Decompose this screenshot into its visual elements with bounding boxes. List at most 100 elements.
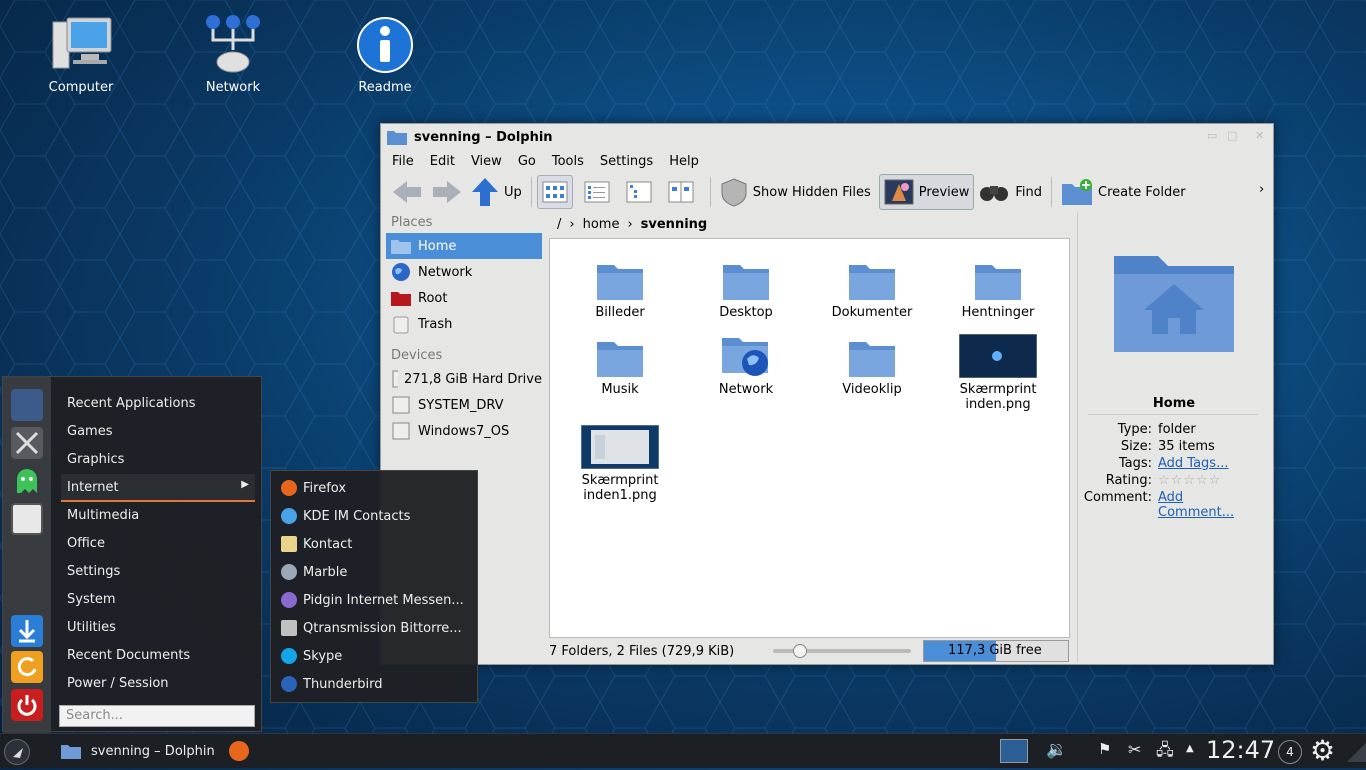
ghost-icon[interactable] [11,465,43,497]
submenu-item-marble[interactable]: Marble [281,564,347,580]
corner-icon[interactable] [1348,742,1366,762]
up-button[interactable]: Up [467,174,526,210]
places-item-network[interactable]: Network [386,259,542,285]
add-tags-link[interactable]: Add Tags... [1158,456,1228,471]
places-device-system-drv[interactable]: SYSTEM_DRV [386,392,542,418]
submenu-item-firefox[interactable]: Firefox [281,480,346,496]
system-settings-icon[interactable] [11,389,43,421]
launcher-item-internet-row[interactable]: Internet ▶ [61,474,255,502]
launcher-item-utilities[interactable]: Utilities [67,620,116,635]
menu-view[interactable]: View [471,154,502,169]
launcher-item-graphics[interactable]: Graphics [67,452,124,467]
network-status-icon[interactable]: 🖧 [1156,739,1174,766]
maximize-button[interactable]: □ [1227,129,1237,142]
marble-icon [281,564,297,580]
notifications-badge[interactable]: 4 [1278,740,1302,764]
zoom-slider-handle[interactable] [793,644,807,658]
file-item-hentninger[interactable]: Hentninger [943,249,1053,320]
split-view-button[interactable] [663,175,699,209]
launcher-button[interactable] [4,739,30,765]
forward-button[interactable] [427,174,467,210]
folder-icon [597,265,643,300]
submenu-item-kontact[interactable]: Kontact [281,536,352,552]
find-button[interactable]: Find [974,174,1046,210]
flag-icon[interactable]: ⚑ [1098,740,1111,758]
tools-icon[interactable] [11,427,43,459]
terminal-icon[interactable] [1000,739,1028,763]
file-item-skaermprint-inden1[interactable]: Skærmprint inden1.png [565,417,675,503]
desktop-icon-computer[interactable]: Computer [26,12,136,95]
launcher-search-input[interactable]: Search... [59,705,255,727]
scissors-icon[interactable]: ✂ [1128,740,1141,759]
taskbar: svenning – Dolphin 🔉 ⚑ ✂ 🖧 ▲ 12:47 4 ⚙ [0,733,1366,768]
monitor-icon[interactable] [11,503,43,535]
firefox-icon[interactable] [229,741,249,761]
create-folder-button[interactable]: Create Folder [1057,174,1190,210]
clock[interactable]: 12:47 [1206,736,1275,764]
submenu-item-qtransmission[interactable]: Qtransmission Bittorre... [281,620,462,636]
zoom-slider[interactable] [773,644,911,658]
places-device-harddrive[interactable]: 271,8 GiB Hard Drive [386,366,542,392]
rating-stars[interactable]: ☆☆☆☆☆ [1158,473,1221,488]
download-icon[interactable] [11,615,43,647]
launcher-item-games[interactable]: Games [67,424,112,439]
desktop-icon-readme[interactable]: Readme [330,12,440,95]
expand-tray-icon[interactable]: ▲ [1186,743,1194,754]
breadcrumb-current[interactable]: svenning [641,217,708,232]
toolbar-overflow-icon[interactable]: › [1259,182,1264,197]
launcher-item-office[interactable]: Office [67,536,105,551]
menu-help[interactable]: Help [669,154,699,169]
file-item-videoklip[interactable]: Videoklip [817,326,927,397]
task-dolphin[interactable]: svenning – Dolphin [60,742,215,760]
show-hidden-files-button[interactable]: Show Hidden Files [716,174,875,210]
file-item-dokumenter[interactable]: Dokumenter [817,249,927,320]
compact-view-button[interactable] [579,175,615,209]
file-item-musik[interactable]: Musik [565,326,675,397]
preview-button[interactable]: Preview [878,174,975,210]
submenu-item-kde-im-contacts[interactable]: KDE IM Contacts [281,508,410,524]
arrow-right-icon [433,181,461,203]
file-item-desktop[interactable]: Desktop [691,249,801,320]
transmission-icon [281,620,297,636]
menu-edit[interactable]: Edit [430,154,455,169]
back-button[interactable] [387,174,427,210]
breadcrumb-home[interactable]: home [583,217,620,232]
preview-icon [884,179,914,205]
places-item-trash[interactable]: Trash [386,311,542,337]
dolphin-window: svenning – Dolphin ▭ □ ✕ File Edit View … [380,123,1274,665]
places-item-root[interactable]: Root [386,285,542,311]
minimize-button[interactable]: ▭ [1207,129,1217,142]
desktop-icon-network[interactable]: Network [178,12,288,95]
launcher-item-system[interactable]: System [67,592,115,607]
pidgin-icon [281,592,297,608]
add-comment-link[interactable]: Add Comment... [1158,490,1248,520]
file-item-network[interactable]: Network [691,326,801,397]
launcher-item-power-session[interactable]: Power / Session [67,676,169,691]
restart-icon[interactable] [11,651,43,683]
menu-tools[interactable]: Tools [552,154,584,169]
menu-file[interactable]: File [392,154,414,169]
power-icon[interactable] [11,689,43,721]
folder-icon [849,265,895,300]
volume-icon[interactable]: 🔉 [1046,740,1067,760]
submenu-item-skype[interactable]: Skype [281,648,342,664]
gear-icon[interactable]: ⚙ [1310,734,1335,767]
window-titlebar[interactable]: svenning – Dolphin ▭ □ ✕ [381,124,1273,150]
places-device-windows7[interactable]: Windows7_OS [386,418,542,444]
submenu-item-pidgin[interactable]: Pidgin Internet Messen... [281,592,464,608]
file-item-skaermprint-inden[interactable]: Skærmprint inden.png [943,326,1053,412]
file-item-billeder[interactable]: Billeder [565,249,675,320]
places-item-home[interactable]: Home [386,233,542,259]
icons-view-button[interactable] [536,175,573,209]
close-button[interactable]: ✕ [1255,129,1264,142]
launcher-item-recent-applications[interactable]: Recent Applications [67,396,195,411]
details-view-button[interactable] [621,175,657,209]
menu-settings[interactable]: Settings [600,154,653,169]
menu-go[interactable]: Go [518,154,536,169]
breadcrumb-root[interactable]: / [557,217,561,232]
submenu-item-thunderbird[interactable]: Thunderbird [281,676,383,692]
desktop-icon-label: Readme [358,80,412,95]
launcher-item-settings[interactable]: Settings [67,564,120,579]
launcher-item-recent-documents[interactable]: Recent Documents [67,648,190,663]
launcher-item-multimedia[interactable]: Multimedia [67,508,139,523]
